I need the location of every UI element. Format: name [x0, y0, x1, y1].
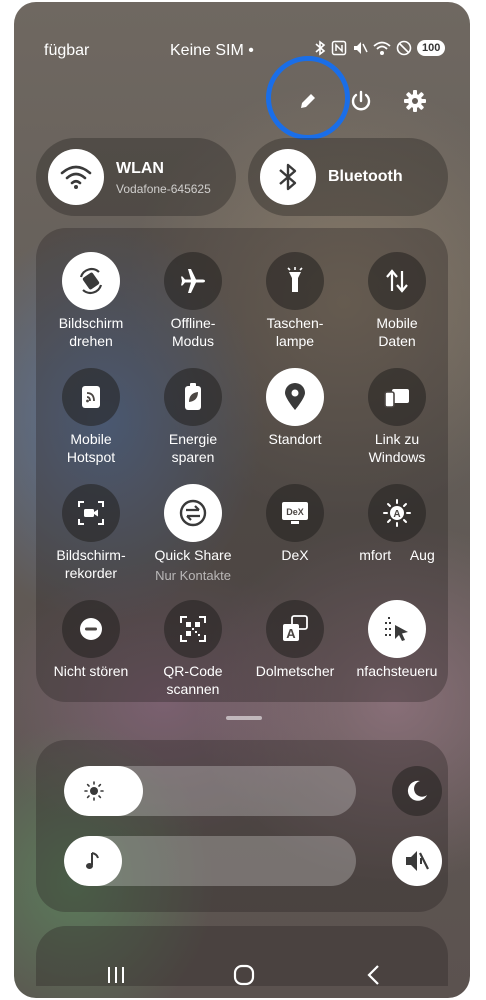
tile-icon-circle: [164, 252, 222, 310]
tile-mobile-data[interactable]: Mobile Daten: [342, 232, 452, 349]
tile-icon-circle: [368, 368, 426, 426]
panel-drag-handle[interactable]: [226, 716, 262, 720]
sun-icon: [84, 781, 104, 801]
tile-icon-circle: [368, 252, 426, 310]
mobile-data-icon: [386, 269, 408, 293]
quick-settings-screen: fügbar Keine SIM • 100 WLAN Vodafone-645…: [14, 2, 470, 998]
svg-text:DeX: DeX: [286, 507, 304, 517]
qr-scanner-icon: [180, 616, 206, 642]
wlan-icon-circle: [48, 149, 104, 205]
battery-indicator: 100: [417, 40, 446, 56]
tile-icon-circle: [164, 600, 222, 658]
carrier-text: Keine SIM •: [170, 42, 254, 59]
mute-icon: [406, 851, 429, 871]
music-note-icon: [86, 852, 99, 869]
status-left-text: fügbar: [44, 42, 90, 59]
bluetooth-status-icon: [315, 40, 326, 56]
svg-text:A: A: [286, 626, 296, 641]
battery-saver-icon: [185, 383, 201, 410]
moon-icon: [407, 780, 427, 801]
svg-text:A: A: [393, 509, 400, 520]
power-icon: [351, 90, 371, 111]
do-not-disturb-icon: [80, 618, 102, 640]
bluetooth-icon-circle: [260, 149, 316, 205]
location-icon: [285, 383, 305, 410]
screen-recorder-icon: [78, 501, 104, 525]
status-icons: 100: [314, 40, 446, 56]
tile-link-to-windows[interactable]: Link zu Windows: [342, 348, 452, 465]
tile-icon-circle: [62, 600, 120, 658]
airplane-icon: [181, 269, 205, 293]
eye-comfort-icon: A: [383, 499, 411, 527]
tile-icon-circle: [62, 252, 120, 310]
wlan-toggle[interactable]: WLAN Vodafone-645625: [36, 138, 236, 216]
back-button[interactable]: [354, 960, 394, 990]
dex-icon: DeX: [282, 502, 308, 524]
bluetooth-toggle[interactable]: Bluetooth: [248, 138, 448, 216]
flashlight-icon: [287, 267, 303, 292]
easy-control-icon: [385, 617, 408, 641]
pencil-icon: [301, 94, 315, 108]
mute-status-icon: [354, 42, 368, 54]
home-button[interactable]: [224, 960, 264, 990]
hotspot-icon: [82, 386, 100, 408]
recents-button[interactable]: [96, 960, 136, 990]
tile-easy-control[interactable]: nfachsteueru: [342, 580, 452, 696]
wlan-title: WLAN: [116, 160, 164, 177]
tile-label: Mobile Daten: [376, 315, 418, 349]
tile-label: mfort Aug: [359, 547, 435, 563]
status-bar: fügbar Keine SIM • 100: [14, 40, 470, 64]
bluetooth-title: Bluetooth: [328, 168, 403, 185]
tile-icon-circle: A: [266, 600, 324, 658]
link-windows-icon: [384, 389, 409, 408]
wlan-network: Vodafone-645625: [116, 182, 211, 196]
volume-slider[interactable]: [64, 836, 356, 886]
tile-icon-circle: [62, 484, 120, 542]
no-disturb-status-icon: [396, 40, 412, 56]
edit-button[interactable]: [291, 84, 325, 118]
gear-icon: [404, 90, 426, 112]
rotate-icon: [79, 268, 103, 294]
navigation-bar: [14, 956, 470, 996]
interpreter-icon: A: [283, 615, 308, 641]
brightness-slider[interactable]: [64, 766, 356, 816]
tile-icon-circle: [266, 368, 324, 426]
bluetooth-icon: [279, 163, 297, 191]
settings-button[interactable]: [398, 84, 432, 118]
tile-icon-circle: [266, 252, 324, 310]
tile-icon-circle: [164, 484, 222, 542]
tile-eye-comfort[interactable]: A mfort Aug: [342, 464, 452, 580]
dark-mode-button[interactable]: [392, 766, 442, 816]
tile-icon-circle: DeX: [266, 484, 324, 542]
sliders-panel: [36, 740, 448, 912]
quick-share-icon: [179, 499, 207, 527]
recents-icon: [108, 967, 124, 983]
mute-button[interactable]: [392, 836, 442, 886]
tile-label: Link zu Windows: [368, 431, 426, 465]
tile-icon-circle: [164, 368, 222, 426]
tile-icon-circle: A: [368, 484, 426, 542]
nfc-icon: [331, 40, 347, 56]
back-icon: [367, 965, 379, 985]
tile-icon-circle: [368, 600, 426, 658]
power-button[interactable]: [344, 84, 378, 118]
tile-icon-circle: [62, 368, 120, 426]
wifi-status-icon: [373, 41, 391, 55]
tile-label: nfachsteueru: [356, 663, 438, 679]
home-icon: [233, 964, 255, 986]
wifi-icon: [60, 165, 92, 189]
